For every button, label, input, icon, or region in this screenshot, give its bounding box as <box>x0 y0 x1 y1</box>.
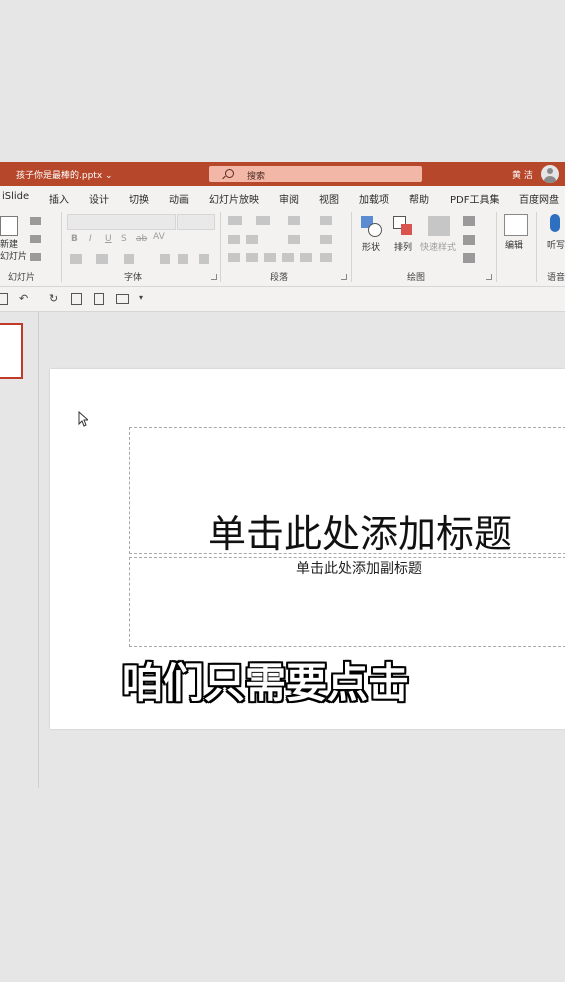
drawing-dialog-launcher-icon[interactable] <box>486 274 492 280</box>
save-icon[interactable] <box>0 293 8 305</box>
user-name[interactable]: 黄 洁 <box>512 168 533 181</box>
columns-icon[interactable] <box>288 235 300 244</box>
new-slide-label: 新建 幻灯片 <box>0 240 28 262</box>
bold-button[interactable]: B <box>71 234 78 244</box>
group-divider <box>496 212 497 282</box>
quick-styles-icon <box>428 216 450 236</box>
increase-indent-icon[interactable] <box>246 235 258 244</box>
edit-label: 编辑 <box>505 241 524 251</box>
find-icon <box>504 214 528 236</box>
tab-pdf-tools[interactable]: PDF工具集 <box>450 191 499 206</box>
group-label-voice: 语音 <box>547 273 565 283</box>
align-text-icon[interactable] <box>320 235 332 244</box>
user-avatar-icon[interactable] <box>541 165 559 183</box>
section-icon[interactable] <box>30 253 41 261</box>
undo-icon[interactable]: ↶ <box>19 292 28 305</box>
search-placeholder: 搜索 <box>247 172 266 182</box>
italic-button[interactable]: I <box>89 234 92 244</box>
tab-transitions[interactable]: 切换 <box>129 191 149 206</box>
tab-baidu-netdisk[interactable]: 百度网盘 <box>519 191 559 206</box>
char-spacing-button[interactable]: AV <box>153 232 165 242</box>
search-box[interactable]: 搜索 <box>209 166 422 182</box>
highlight-icon[interactable] <box>70 254 82 264</box>
tab-animations[interactable]: 动画 <box>169 191 189 206</box>
layout-icon[interactable] <box>30 217 41 225</box>
align-left-icon[interactable] <box>228 253 240 262</box>
shapes-label: 形状 <box>362 243 381 253</box>
reset-icon[interactable] <box>30 235 41 243</box>
search-icon <box>225 169 234 178</box>
redo-icon[interactable]: ↻ <box>49 292 58 305</box>
group-divider <box>536 212 537 282</box>
font-size-dropdown[interactable] <box>177 214 215 230</box>
grow-font-icon[interactable] <box>160 254 170 264</box>
distributed-icon[interactable] <box>300 253 312 262</box>
video-caption: 咱们只需要点击 <box>122 659 409 707</box>
numbering-icon[interactable] <box>256 216 270 225</box>
group-label-font: 字体 <box>124 273 143 283</box>
tab-islide[interactable]: iSlide <box>2 191 29 202</box>
subtitle-placeholder-text[interactable]: 单击此处添加副标题 <box>296 558 422 578</box>
bullets-icon[interactable] <box>228 216 242 225</box>
font-name-dropdown[interactable] <box>67 214 176 230</box>
change-case-icon[interactable] <box>199 254 209 264</box>
title-bar: 孩子你是最棒的.pptx ⌄ 搜索 黄 洁 <box>0 162 565 186</box>
dictate-label: 听写 <box>547 241 565 251</box>
font-dialog-launcher-icon[interactable] <box>211 274 217 280</box>
customize-qat-icon[interactable]: ▾ <box>139 293 143 302</box>
group-label-drawing: 绘图 <box>407 273 426 283</box>
align-right-icon[interactable] <box>264 253 276 262</box>
tab-review[interactable]: 审阅 <box>279 191 299 206</box>
tab-help[interactable]: 帮助 <box>409 191 429 206</box>
microphone-icon <box>550 214 560 232</box>
smartart-icon[interactable] <box>320 253 332 262</box>
group-divider <box>220 212 221 282</box>
clear-format-icon[interactable] <box>124 254 134 264</box>
group-label-paragraph: 段落 <box>270 273 289 283</box>
quick-access-toolbar: ↶ ↻ ▾ <box>0 287 565 312</box>
underline-button[interactable]: U <box>105 234 112 244</box>
strikethrough-button[interactable]: ab <box>136 234 147 244</box>
title-placeholder-text[interactable]: 单击此处添加标题 <box>208 503 512 558</box>
arrange-label: 排列 <box>394 243 413 253</box>
open-file-icon[interactable] <box>116 294 129 304</box>
slide-thumbnail[interactable] <box>0 323 23 379</box>
shape-outline-icon[interactable] <box>463 235 475 245</box>
paragraph-dialog-launcher-icon[interactable] <box>341 274 347 280</box>
group-divider <box>61 212 62 282</box>
shape-fill-icon[interactable] <box>463 216 475 226</box>
shapes-circle-icon <box>368 223 382 237</box>
line-spacing-icon[interactable] <box>288 216 300 225</box>
tab-addins[interactable]: 加载项 <box>359 191 389 206</box>
arrange-front-icon <box>401 224 412 235</box>
tab-design[interactable]: 设计 <box>89 191 109 206</box>
slide-thumbnail-pane <box>0 312 39 788</box>
decrease-indent-icon[interactable] <box>228 235 240 244</box>
group-label-slides: 幻灯片 <box>8 273 36 283</box>
document-title[interactable]: 孩子你是最棒的.pptx ⌄ <box>16 168 113 181</box>
shadow-button[interactable]: S <box>121 234 127 244</box>
group-divider <box>351 212 352 282</box>
tab-view[interactable]: 视图 <box>319 191 339 206</box>
justify-icon[interactable] <box>282 253 294 262</box>
ribbon: 新建 幻灯片 幻灯片 B I U S ab AV 字体 段落 形状 排列 快速样… <box>0 208 565 287</box>
text-direction-icon[interactable] <box>320 216 332 225</box>
tab-slideshow[interactable]: 幻灯片放映 <box>209 191 259 206</box>
new-slide-icon <box>0 216 18 236</box>
ribbon-tabs: iSlide 插入 设计 切换 动画 幻灯片放映 审阅 视图 加载项 帮助 PD… <box>0 186 565 208</box>
tab-insert[interactable]: 插入 <box>49 191 69 206</box>
new-file-icon[interactable] <box>94 293 104 305</box>
font-color-icon[interactable] <box>96 254 108 264</box>
editing-area: 单击此处添加标题 单击此处添加副标题 <box>0 312 565 982</box>
quick-styles-label: 快速样式 <box>420 243 457 253</box>
align-center-icon[interactable] <box>246 253 258 262</box>
shape-effects-icon[interactable] <box>463 253 475 263</box>
shrink-font-icon[interactable] <box>178 254 188 264</box>
start-slideshow-icon[interactable] <box>71 293 82 305</box>
